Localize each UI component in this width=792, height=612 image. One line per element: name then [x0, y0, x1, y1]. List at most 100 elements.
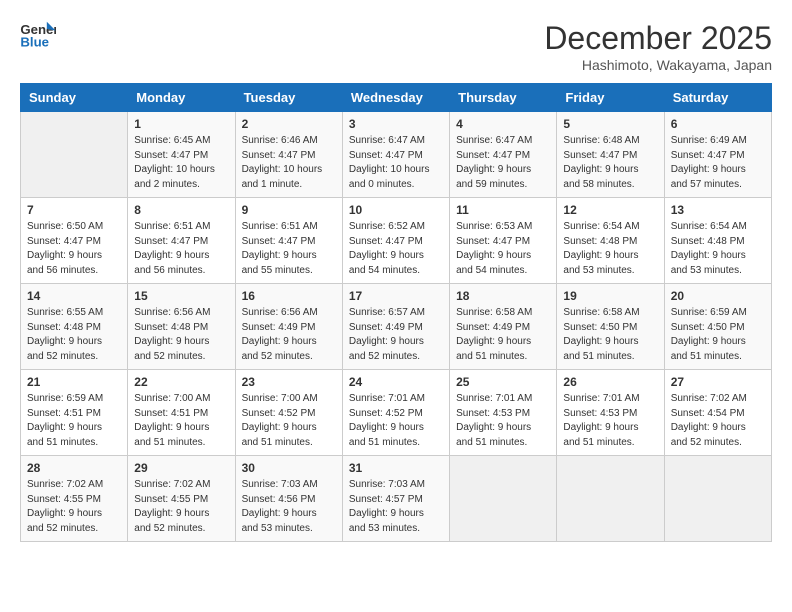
- page-header: General Blue General Blue December 2025 …: [20, 20, 772, 73]
- day-info: Sunrise: 7:01 AMSunset: 4:53 PMDaylight:…: [456, 392, 550, 450]
- day-info: Sunrise: 6:59 AMSunset: 4:51 PMDaylight:…: [27, 392, 121, 450]
- calendar-cell: 27Sunrise: 7:02 AMSunset: 4:54 PMDayligh…: [664, 370, 771, 456]
- day-info: Sunrise: 6:46 AMSunset: 4:47 PMDaylight:…: [242, 134, 336, 192]
- day-number: 10: [349, 203, 443, 217]
- day-number: 20: [671, 289, 765, 303]
- day-number: 11: [456, 203, 550, 217]
- header-saturday: Saturday: [664, 84, 771, 112]
- day-number: 30: [242, 461, 336, 475]
- calendar-cell: 5 Sunrise: 6:48 AMSunset: 4:47 PMDaylight…: [557, 112, 664, 198]
- day-number: 28: [27, 461, 121, 475]
- day-info: Sunrise: 6:51 AMSunset: 4:47 PMDaylight:…: [134, 220, 228, 278]
- day-number: 8: [134, 203, 228, 217]
- day-info: Sunrise: 7:00 AMSunset: 4:51 PMDaylight:…: [134, 392, 228, 450]
- calendar-week-4: 21Sunrise: 6:59 AMSunset: 4:51 PMDayligh…: [21, 370, 772, 456]
- day-number: 12: [563, 203, 657, 217]
- header-sunday: Sunday: [21, 84, 128, 112]
- day-number: 3: [349, 117, 443, 131]
- day-info: Sunrise: 6:56 AMSunset: 4:48 PMDaylight:…: [134, 306, 228, 364]
- calendar-cell: 14Sunrise: 6:55 AMSunset: 4:48 PMDayligh…: [21, 284, 128, 370]
- day-number: 23: [242, 375, 336, 389]
- day-info: Sunrise: 6:52 AMSunset: 4:47 PMDaylight:…: [349, 220, 443, 278]
- day-number: 5: [563, 117, 657, 131]
- day-info: Sunrise: 7:03 AMSunset: 4:56 PMDaylight:…: [242, 478, 336, 536]
- calendar-cell: 16 Sunrise: 6:56 AMSunset: 4:49 PMDayligh…: [235, 284, 342, 370]
- day-number: 1: [134, 117, 228, 131]
- header-thursday: Thursday: [450, 84, 557, 112]
- day-info: Sunrise: 6:53 AMSunset: 4:47 PMDaylight:…: [456, 220, 550, 278]
- calendar-cell: 13Sunrise: 6:54 AMSunset: 4:48 PMDayligh…: [664, 198, 771, 284]
- day-number: 24: [349, 375, 443, 389]
- calendar-cell: 26 Sunrise: 7:01 AMSunset: 4:53 PMDayligh…: [557, 370, 664, 456]
- day-number: 16: [242, 289, 336, 303]
- svg-text:Blue: Blue: [20, 34, 49, 49]
- day-info: Sunrise: 6:57 AMSunset: 4:49 PMDaylight:…: [349, 306, 443, 364]
- day-number: 17: [349, 289, 443, 303]
- calendar-cell: 6Sunrise: 6:49 AMSunset: 4:47 PMDaylight…: [664, 112, 771, 198]
- day-number: 29: [134, 461, 228, 475]
- calendar-cell: 4Sunrise: 6:47 AMSunset: 4:47 PMDaylight…: [450, 112, 557, 198]
- day-number: 27: [671, 375, 765, 389]
- day-info: Sunrise: 6:45 AMSunset: 4:47 PMDaylight:…: [134, 134, 228, 192]
- calendar-cell: 2 Sunrise: 6:46 AMSunset: 4:47 PMDaylight…: [235, 112, 342, 198]
- calendar-cell: 9Sunrise: 6:51 AMSunset: 4:47 PMDaylight…: [235, 198, 342, 284]
- day-info: Sunrise: 6:50 AMSunset: 4:47 PMDaylight:…: [27, 220, 121, 278]
- calendar-cell: 29 Sunrise: 7:02 AMSunset: 4:55 PMDayligh…: [128, 456, 235, 542]
- header-wednesday: Wednesday: [342, 84, 449, 112]
- day-info: Sunrise: 7:01 AMSunset: 4:53 PMDaylight:…: [563, 392, 657, 450]
- day-info: Sunrise: 6:47 AMSunset: 4:47 PMDaylight:…: [349, 134, 443, 192]
- calendar-cell: [450, 456, 557, 542]
- calendar-cell: 22Sunrise: 7:00 AMSunset: 4:51 PMDayligh…: [128, 370, 235, 456]
- calendar-week-2: 7Sunrise: 6:50 AMSunset: 4:47 PMDaylight…: [21, 198, 772, 284]
- calendar-cell: 17 Sunrise: 6:57 AMSunset: 4:49 PMDayligh…: [342, 284, 449, 370]
- logo: General Blue General Blue: [20, 20, 56, 50]
- calendar-cell: 12 Sunrise: 6:54 AMSunset: 4:48 PMDayligh…: [557, 198, 664, 284]
- calendar-cell: 11 Sunrise: 6:53 AMSunset: 4:47 PMDayligh…: [450, 198, 557, 284]
- calendar-cell: 30 Sunrise: 7:03 AMSunset: 4:56 PMDayligh…: [235, 456, 342, 542]
- calendar-cell: 21Sunrise: 6:59 AMSunset: 4:51 PMDayligh…: [21, 370, 128, 456]
- day-number: 15: [134, 289, 228, 303]
- day-number: 6: [671, 117, 765, 131]
- day-info: Sunrise: 7:02 AMSunset: 4:55 PMDaylight:…: [134, 478, 228, 536]
- day-info: Sunrise: 6:54 AMSunset: 4:48 PMDaylight:…: [671, 220, 765, 278]
- day-info: Sunrise: 6:48 AMSunset: 4:47 PMDaylight:…: [563, 134, 657, 192]
- calendar-cell: 3 Sunrise: 6:47 AMSunset: 4:47 PMDaylight…: [342, 112, 449, 198]
- calendar-cell: 8 Sunrise: 6:51 AMSunset: 4:47 PMDaylight…: [128, 198, 235, 284]
- day-info: Sunrise: 6:58 AMSunset: 4:50 PMDaylight:…: [563, 306, 657, 364]
- day-info: Sunrise: 7:03 AMSunset: 4:57 PMDaylight:…: [349, 478, 443, 536]
- calendar-week-5: 28 Sunrise: 7:02 AMSunset: 4:55 PMDayligh…: [21, 456, 772, 542]
- calendar-cell: 1 Sunrise: 6:45 AMSunset: 4:47 PMDaylight…: [128, 112, 235, 198]
- calendar-cell: 10 Sunrise: 6:52 AMSunset: 4:47 PMDayligh…: [342, 198, 449, 284]
- day-info: Sunrise: 7:01 AMSunset: 4:52 PMDaylight:…: [349, 392, 443, 450]
- header-friday: Friday: [557, 84, 664, 112]
- day-number: 9: [242, 203, 336, 217]
- location-subtitle: Hashimoto, Wakayama, Japan: [544, 57, 772, 73]
- calendar-cell: 7Sunrise: 6:50 AMSunset: 4:47 PMDaylight…: [21, 198, 128, 284]
- day-info: Sunrise: 6:59 AMSunset: 4:50 PMDaylight:…: [671, 306, 765, 364]
- calendar-header-row: SundayMondayTuesdayWednesdayThursdayFrid…: [21, 84, 772, 112]
- day-info: Sunrise: 7:02 AMSunset: 4:55 PMDaylight:…: [27, 478, 121, 536]
- day-info: Sunrise: 6:58 AMSunset: 4:49 PMDaylight:…: [456, 306, 550, 364]
- calendar-cell: 19Sunrise: 6:58 AMSunset: 4:50 PMDayligh…: [557, 284, 664, 370]
- calendar-cell: 25 Sunrise: 7:01 AMSunset: 4:53 PMDayligh…: [450, 370, 557, 456]
- header-tuesday: Tuesday: [235, 84, 342, 112]
- calendar-week-3: 14Sunrise: 6:55 AMSunset: 4:48 PMDayligh…: [21, 284, 772, 370]
- day-info: Sunrise: 6:56 AMSunset: 4:49 PMDaylight:…: [242, 306, 336, 364]
- day-number: 26: [563, 375, 657, 389]
- calendar-cell: [21, 112, 128, 198]
- day-info: Sunrise: 6:54 AMSunset: 4:48 PMDaylight:…: [563, 220, 657, 278]
- calendar-cell: 24 Sunrise: 7:01 AMSunset: 4:52 PMDayligh…: [342, 370, 449, 456]
- logo-icon: General Blue: [20, 20, 56, 50]
- calendar-cell: 20 Sunrise: 6:59 AMSunset: 4:50 PMDayligh…: [664, 284, 771, 370]
- title-block: December 2025 Hashimoto, Wakayama, Japan: [544, 20, 772, 73]
- day-number: 2: [242, 117, 336, 131]
- month-title: December 2025: [544, 20, 772, 57]
- day-number: 14: [27, 289, 121, 303]
- calendar-table: SundayMondayTuesdayWednesdayThursdayFrid…: [20, 83, 772, 542]
- day-number: 18: [456, 289, 550, 303]
- calendar-cell: 28 Sunrise: 7:02 AMSunset: 4:55 PMDayligh…: [21, 456, 128, 542]
- calendar-cell: 15 Sunrise: 6:56 AMSunset: 4:48 PMDayligh…: [128, 284, 235, 370]
- day-info: Sunrise: 7:00 AMSunset: 4:52 PMDaylight:…: [242, 392, 336, 450]
- day-number: 25: [456, 375, 550, 389]
- day-number: 31: [349, 461, 443, 475]
